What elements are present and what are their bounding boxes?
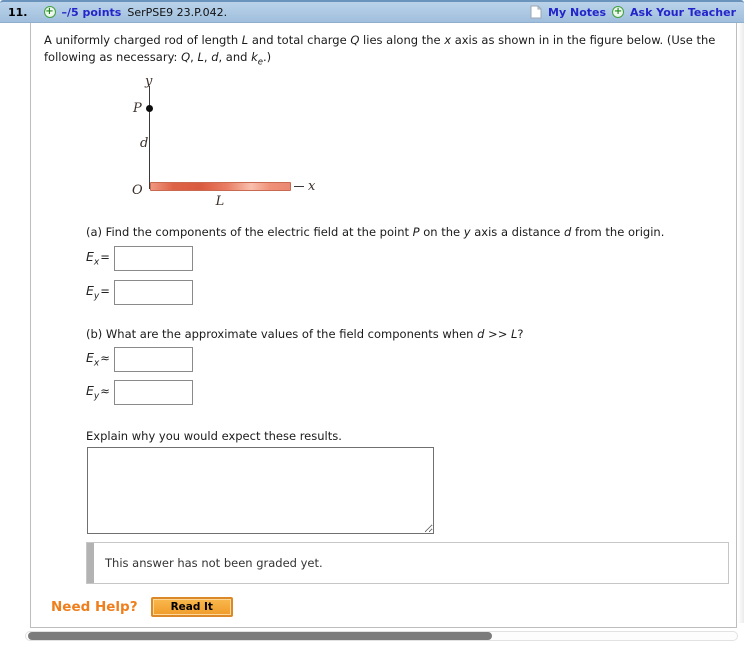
ey-answer-input-b[interactable] [114,379,193,405]
length-L-label: L [215,194,225,210]
charged-rod [150,182,291,192]
var-k: k [251,50,258,65]
point-p-dot [146,105,153,113]
my-notes-link[interactable]: My Notes [548,6,606,19]
graded-status-text: This answer has not been graded yet. [105,556,323,571]
graded-status-box: This answer has not been graded yet. [86,542,729,585]
ex-answer-input-b[interactable] [114,346,193,372]
prompt-text: on the [419,225,464,240]
ex-label: Ex= [86,249,114,268]
ey-label: Ey= [86,283,114,302]
math-equals: = [100,283,110,298]
math-sub-x: x [93,358,100,369]
ask-teacher-icon[interactable]: + [612,6,625,18]
question-number: 11. [8,5,28,19]
need-help-label: Need Help? [51,599,138,616]
math-equals: = [100,249,110,264]
question-panel: A uniformly charged rod of length L and … [30,23,738,629]
explain-textarea[interactable] [87,447,434,535]
horizontal-scrollbar-thumb[interactable] [28,632,492,641]
part-a-prompt: (a) Find the components of the electric … [86,225,732,240]
ask-your-teacher-link[interactable]: Ask Your Teacher [630,6,736,19]
y-axis-line [149,86,150,190]
intro-text: , and [218,50,252,65]
header-left: 11. + –/5 points SerPSE9 23.P.042. [8,6,227,19]
var-d: d [211,50,219,65]
my-notes-icon[interactable] [530,5,542,19]
points-label: –/5 points [61,5,122,19]
expand-points-icon[interactable]: + [43,6,56,18]
math-sub-y: y [93,291,100,302]
prompt-text: axis a distance [470,225,565,240]
distance-d-label: d [140,136,149,152]
var-y: y [463,225,471,240]
need-help-row: Need Help? Read It [51,597,732,618]
prompt-text: ? [517,327,524,342]
horizontal-scrollbar-track[interactable] [25,631,738,642]
intro-text: A uniformly charged rod of length [44,33,242,47]
graded-left-bar [87,543,94,584]
prompt-text: >> [484,327,511,342]
prompt-text: (b) What are the approximate values of t… [86,327,478,342]
math-approx: ≈ [100,350,110,365]
intro-text: and total charge [248,33,351,47]
ey-approx-label: Ey≈ [86,383,114,402]
math-sub-x: x [93,257,100,268]
field-row-ex-b: Ex≈ [86,346,732,372]
assignment-id: SerPSE9 23.P.042. [127,5,228,19]
var-P: P [412,225,420,240]
prompt-text: from the origin. [571,225,665,240]
header-right: My Notes + Ask Your Teacher [530,5,736,19]
prompt-text: (a) Find the components of the electric … [86,225,413,240]
question-intro: A uniformly charged rod of length L and … [44,32,738,69]
ex-answer-input-a[interactable] [114,245,193,271]
read-it-button[interactable]: Read It [150,597,233,618]
ex-approx-label: Ex≈ [86,350,114,369]
rod-figure: y P d O x L [132,75,415,211]
point-p-label: P [133,101,142,117]
x-axis-dash [294,186,304,188]
field-row-ey-a: Ey= [86,279,732,305]
origin-label: O [132,183,143,199]
question-header-bar: 11. + –/5 points SerPSE9 23.P.042. My No… [0,0,744,23]
x-axis-label: x [308,179,316,195]
page-right-edge [738,23,744,623]
explain-prompt: Explain why you would expect these resul… [86,429,342,444]
math-approx: ≈ [100,383,110,398]
math-E: E [86,248,94,264]
var-Q: Q [181,50,191,65]
field-row-ex-a: Ex= [86,245,732,271]
field-row-ey-b: Ey≈ [86,379,732,405]
intro-text: lies along the [359,33,445,47]
part-b-prompt: (b) What are the approximate values of t… [86,327,732,342]
ey-answer-input-a[interactable] [114,279,193,305]
intro-text: .) [263,50,272,65]
math-E: E [86,282,94,298]
math-sub-y: y [93,391,100,402]
math-E: E [86,349,94,365]
math-E: E [86,382,94,398]
